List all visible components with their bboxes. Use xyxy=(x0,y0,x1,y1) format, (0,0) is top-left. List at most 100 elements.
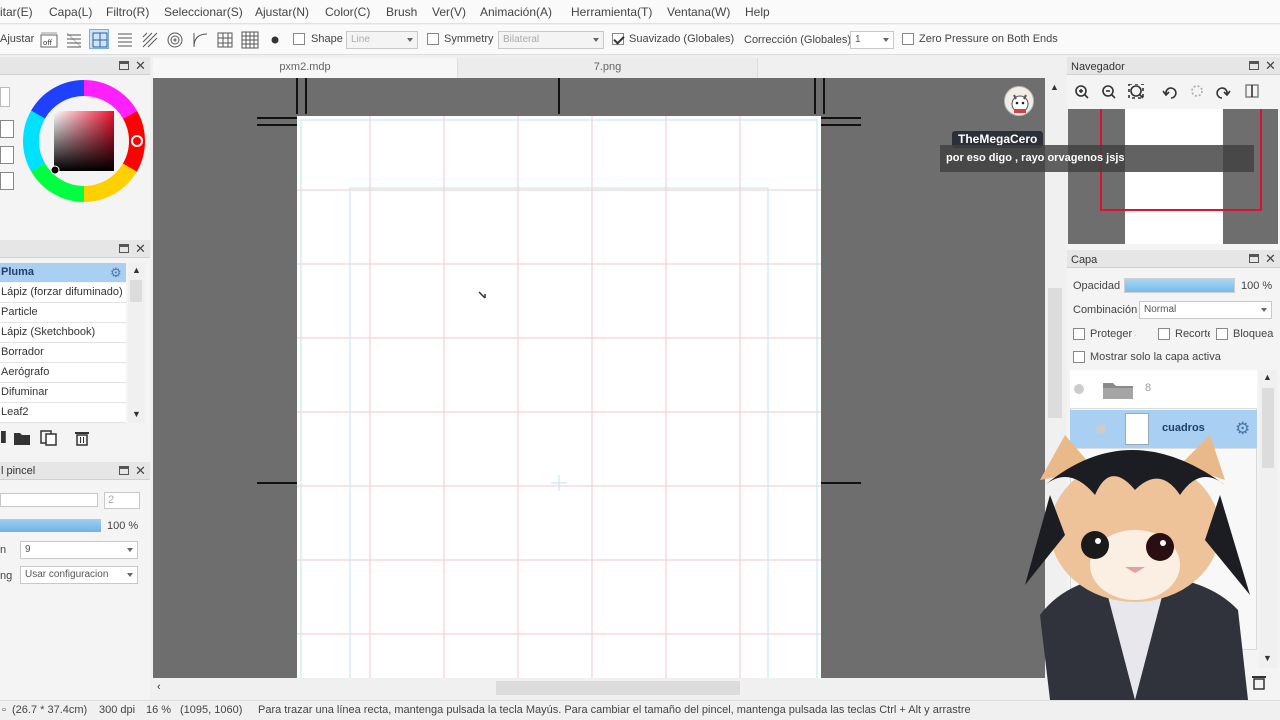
menu-filter[interactable]: Filtro(R) xyxy=(106,5,149,19)
float-icon[interactable] xyxy=(1249,254,1259,263)
close-icon[interactable]: ✕ xyxy=(135,241,146,257)
canvas-page[interactable] xyxy=(297,116,821,678)
canvas-workspace[interactable] xyxy=(153,78,1045,678)
show-active-only-checkbox[interactable] xyxy=(1073,351,1085,363)
clipping-label: Recorte xyxy=(1175,328,1210,340)
scroll-up-icon[interactable]: ▲ xyxy=(1050,82,1059,92)
dpi-readout: 300 dpi xyxy=(99,704,136,716)
close-icon[interactable]: ✕ xyxy=(135,58,146,74)
shape-dropdown[interactable]: Line xyxy=(346,31,418,49)
brush-opacity-slider[interactable] xyxy=(0,519,101,532)
snap-grid-icon[interactable] xyxy=(89,29,109,49)
visibility-icon[interactable] xyxy=(1074,384,1084,394)
scroll-up-icon[interactable]: ▲ xyxy=(1263,372,1272,382)
menu-edit[interactable]: itar(E) xyxy=(0,5,33,19)
folder-icon[interactable] xyxy=(13,430,31,446)
pressure-dropdown[interactable]: Usar configuracion xyxy=(20,566,138,584)
tab-7png[interactable]: 7.png xyxy=(458,58,758,78)
layer-scrollbar[interactable]: ▲ ▼ xyxy=(1259,370,1277,668)
menu-color[interactable]: Color(C) xyxy=(325,5,370,19)
scroll-up-icon[interactable]: ▲ xyxy=(132,265,141,275)
brush-category-row[interactable]: Pluma ⚙ xyxy=(0,263,126,282)
horizontal-scrollbar[interactable]: ‹ xyxy=(153,678,1045,699)
copy-brush-icon[interactable] xyxy=(40,430,58,446)
float-icon[interactable] xyxy=(119,466,129,475)
float-icon[interactable] xyxy=(1249,61,1259,70)
brush-item[interactable]: Particle xyxy=(0,303,126,323)
menu-animation[interactable]: Animación(A) xyxy=(480,5,552,19)
scroll-thumb[interactable] xyxy=(496,681,740,695)
snap-curve-icon[interactable] xyxy=(189,29,209,49)
correction-dropdown[interactable]: 1 xyxy=(850,31,894,49)
lock-checkbox[interactable] xyxy=(1216,328,1228,340)
scroll-down-icon[interactable]: ▼ xyxy=(132,409,141,419)
menu-help[interactable]: Help xyxy=(745,5,770,19)
navigator-preview[interactable] xyxy=(1068,109,1278,244)
reset-rotation-icon[interactable] xyxy=(1191,85,1203,97)
canvas-drawing[interactable] xyxy=(153,78,1045,678)
blend-label: Combinación xyxy=(1073,304,1138,316)
clipping-checkbox[interactable] xyxy=(1158,328,1170,340)
snap-3d-grid-icon[interactable] xyxy=(239,29,259,49)
brush-item[interactable]: Leaf2 xyxy=(0,403,126,423)
tab-pxm2[interactable]: pxm2.mdp xyxy=(153,58,458,78)
gear-icon[interactable]: ⚙ xyxy=(110,265,122,281)
color-wheel[interactable] xyxy=(22,79,146,203)
scroll-left-icon[interactable]: ‹ xyxy=(157,681,161,693)
protect-alpha-checkbox[interactable] xyxy=(1073,328,1085,340)
brush-item[interactable]: Aerógrafo xyxy=(0,363,126,383)
zoom-in-icon[interactable] xyxy=(1075,85,1089,99)
size-slider[interactable] xyxy=(0,493,98,507)
brush-list-scrollbar[interactable]: ▲ ▼ xyxy=(128,263,145,423)
layer-opacity-slider[interactable] xyxy=(1124,278,1235,293)
menu-select[interactable]: Seleccionar(S) xyxy=(164,5,243,19)
brush-item[interactable]: Borrador xyxy=(0,343,126,363)
menu-layer[interactable]: Capa(L) xyxy=(49,5,92,19)
close-icon[interactable]: ✕ xyxy=(1265,58,1276,74)
primary-color-swatch[interactable] xyxy=(0,120,14,138)
smoothing-checkbox[interactable] xyxy=(612,33,624,45)
transparent-color-swatch[interactable] xyxy=(0,87,10,107)
size-input[interactable]: 2 xyxy=(104,492,140,509)
scroll-thumb[interactable] xyxy=(1048,288,1062,418)
menu-tool[interactable]: Herramienta(T) xyxy=(571,5,652,19)
close-icon[interactable]: ✕ xyxy=(1265,251,1276,267)
zoom-fit-icon[interactable] xyxy=(1128,84,1144,99)
scroll-thumb[interactable] xyxy=(130,280,142,302)
menu-adjust[interactable]: Ajustar(N) xyxy=(255,5,309,19)
scroll-down-icon[interactable]: ▼ xyxy=(1263,653,1272,663)
menu-window[interactable]: Ventana(W) xyxy=(667,5,730,19)
symmetry-dropdown[interactable]: Bilateral xyxy=(498,31,604,49)
brush-item[interactable]: Lápiz (forzar difuminado) xyxy=(0,283,126,303)
snap-lines-icon[interactable] xyxy=(114,29,134,49)
snap-parallel-icon[interactable] xyxy=(63,29,83,49)
zoom-out-icon[interactable] xyxy=(1102,85,1116,99)
brush-group-icon[interactable] xyxy=(1,431,6,443)
zero-pressure-checkbox[interactable] xyxy=(902,33,914,45)
tertiary-color-swatch[interactable] xyxy=(0,172,14,190)
secondary-color-swatch[interactable] xyxy=(0,146,14,164)
snap-radial-icon[interactable] xyxy=(139,29,159,49)
symmetry-checkbox[interactable] xyxy=(427,33,439,45)
rotate-left-icon[interactable] xyxy=(1162,87,1177,99)
snap-point-icon[interactable] xyxy=(264,29,284,49)
brush-item[interactable]: Difuminar xyxy=(0,383,126,403)
blend-dropdown[interactable]: Normal xyxy=(1139,301,1272,319)
menu-brush[interactable]: Brush xyxy=(386,5,417,19)
flip-icon[interactable] xyxy=(1245,84,1259,98)
snap-circle-icon[interactable] xyxy=(164,29,184,49)
rotate-right-icon[interactable] xyxy=(1216,87,1231,99)
float-icon[interactable] xyxy=(119,244,129,253)
scroll-thumb[interactable] xyxy=(1262,388,1274,468)
trash-icon[interactable] xyxy=(74,430,90,446)
layer-row-folder[interactable]: 8 xyxy=(1070,370,1257,409)
snap-off-button[interactable]: off xyxy=(38,29,58,49)
brush-panel: ✕ Pluma ⚙ Lápiz (forzar difuminado) Part… xyxy=(0,240,150,462)
shape-checkbox[interactable] xyxy=(293,33,305,45)
float-icon[interactable] xyxy=(119,61,129,70)
menu-view[interactable]: Ver(V) xyxy=(432,5,466,19)
close-icon[interactable]: ✕ xyxy=(135,463,146,479)
brush-item[interactable]: Lápiz (Sketchbook) xyxy=(0,323,126,343)
snap-perspective-icon[interactable] xyxy=(214,29,234,49)
hardness-dropdown[interactable]: 9 xyxy=(20,541,138,559)
